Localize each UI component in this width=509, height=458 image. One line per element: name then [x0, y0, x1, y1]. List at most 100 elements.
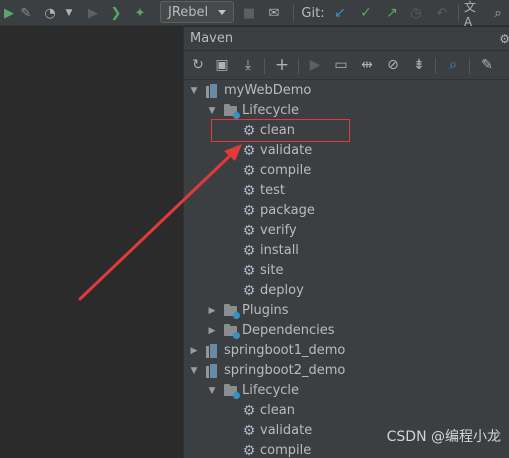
folder-badge — [233, 332, 240, 339]
settings-icon[interactable]: ✎ — [476, 54, 498, 76]
build-icon[interactable]: ✉ — [266, 0, 282, 26]
add-folder-icon[interactable]: ▣ — [211, 54, 233, 76]
maven-module-icon — [206, 84, 220, 98]
refresh-icon[interactable]: ↻ — [187, 54, 209, 76]
maven-panel: Maven ⚙ ↻ ▣ ⤓ + ▶ ▭ ⇹ ⊘ ⇟ ⌕ ✎ ▼ myWebDemo… — [183, 27, 509, 458]
maven-module-icon — [206, 364, 220, 378]
translate-icon[interactable]: 文A — [464, 0, 482, 29]
folder-icon — [224, 324, 240, 339]
module-shape — [206, 84, 218, 98]
tree-item-deploy[interactable]: ⚙ deploy — [184, 281, 509, 301]
chevron-down-icon[interactable]: ▼ — [188, 361, 200, 381]
tree-item-springboot2-demo[interactable]: ▼ springboot2_demo — [184, 361, 509, 381]
tree-item-verify[interactable]: ⚙ verify — [184, 221, 509, 241]
push-icon[interactable]: ↗ — [384, 0, 400, 26]
tree-item-compile[interactable]: ⚙ compile — [184, 161, 509, 181]
toolbar-divider — [264, 58, 265, 74]
tree-item-test[interactable]: ⚙ test — [184, 181, 509, 201]
tree-item-site[interactable]: ⚙ site — [184, 261, 509, 281]
gear-icon: ⚙ — [242, 163, 256, 179]
gear-icon: ⚙ — [242, 283, 256, 299]
module-shape — [206, 344, 218, 358]
search-icon[interactable]: ⌕ — [490, 0, 506, 26]
history-icon[interactable]: ◷ — [408, 0, 424, 26]
tree-item-clean[interactable]: ⚙ clean — [184, 401, 509, 421]
maven-panel-header: Maven ⚙ — [184, 27, 509, 51]
tree-item-label: Dependencies — [242, 323, 335, 338]
run-config-label: JRebel — [168, 4, 209, 20]
folder-shape — [224, 304, 240, 319]
tree-item-label: package — [260, 203, 315, 218]
download-icon[interactable]: ⤓ — [237, 54, 259, 76]
module-shape — [206, 364, 218, 378]
tree-item-label: test — [260, 183, 285, 198]
chevron-down-icon[interactable]: ▼ — [188, 81, 200, 101]
toolbar-divider — [458, 4, 459, 22]
commit-icon[interactable]: ✓ — [358, 0, 374, 26]
update-project-icon[interactable]: ↙ — [332, 0, 348, 26]
tree-item-label: Lifecycle — [242, 383, 300, 398]
gear-icon: ⚙ — [242, 423, 256, 439]
tree-item-label: clean — [260, 403, 295, 418]
panel-title: Maven — [190, 31, 234, 46]
ide-toolbar: ▶ ✎ ◔ ▼ ▶ ❯ ✦ JRebel ■ ✉ Git: ↙ ✓ ↗ ◷ ↶ … — [0, 0, 509, 29]
gear-icon: ⚙ — [242, 143, 256, 159]
chevron-down-icon[interactable]: ▼ — [64, 0, 74, 26]
show-dependencies-icon[interactable]: ⌕ — [442, 54, 464, 76]
git-label: Git: — [301, 5, 325, 21]
folder-icon — [224, 304, 240, 319]
chevron-right-icon[interactable]: ▶ — [188, 341, 200, 361]
play-icon[interactable]: ▶ — [86, 0, 100, 26]
tree-item-mywebdemo[interactable]: ▼ myWebDemo — [184, 81, 509, 101]
chevron-right-icon[interactable]: ▶ — [206, 301, 218, 321]
gear-icon[interactable]: ⚙ — [499, 32, 509, 46]
tree-item-lifecycle[interactable]: ▼ Lifecycle — [184, 381, 509, 401]
gear-icon: ⚙ — [242, 263, 256, 279]
add-icon[interactable]: + — [271, 54, 293, 76]
tree-item-springboot1-demo[interactable]: ▶ springboot1_demo — [184, 341, 509, 361]
jrebel-run-icon[interactable]: ❯ — [108, 0, 124, 26]
tree-item-label: Lifecycle — [242, 103, 300, 118]
skip-tests-icon[interactable]: ⊘ — [382, 54, 404, 76]
attach-icon[interactable]: ✎ — [18, 0, 34, 26]
coverage-icon[interactable]: ◔ — [42, 0, 58, 26]
tree-item-label: validate — [260, 143, 313, 158]
tree-item-label: compile — [260, 163, 312, 178]
chevron-down-icon[interactable]: ▼ — [206, 381, 218, 401]
tree-item-label: install — [260, 243, 299, 258]
csdn-watermark: CSDN @编程小龙 — [386, 429, 501, 445]
maven-toolbar: ↻ ▣ ⤓ + ▶ ▭ ⇹ ⊘ ⇟ ⌕ ✎ — [184, 52, 509, 80]
tree-item-plugins[interactable]: ▶ Plugins — [184, 301, 509, 321]
tree-item-label: verify — [260, 223, 297, 238]
tree-item-lifecycle[interactable]: ▼ Lifecycle — [184, 101, 509, 121]
folder-icon — [224, 104, 240, 119]
run-config-select[interactable]: JRebel — [160, 1, 234, 23]
tree-item-validate[interactable]: ⚙ validate — [184, 141, 509, 161]
jrebel-debug-icon[interactable]: ✦ — [132, 0, 148, 26]
gear-icon: ⚙ — [242, 223, 256, 239]
folder-shape — [224, 384, 240, 399]
toggle-offline-icon[interactable]: ⇹ — [356, 54, 378, 76]
run-icon[interactable]: ▶ — [304, 54, 326, 76]
collapse-all-icon[interactable]: ⇟ — [408, 54, 430, 76]
toolbar-divider — [435, 58, 436, 74]
tree-item-package[interactable]: ⚙ package — [184, 201, 509, 221]
tree-item-label: springboot2_demo — [224, 363, 346, 378]
run-icon[interactable]: ▶ — [2, 0, 16, 26]
gear-icon: ⚙ — [242, 183, 256, 199]
folder-badge — [233, 112, 240, 119]
gear-icon: ⚙ — [242, 243, 256, 259]
tree-item-install[interactable]: ⚙ install — [184, 241, 509, 261]
execute-goal-icon[interactable]: ▭ — [330, 54, 352, 76]
tree-item-label: site — [260, 263, 284, 278]
rollback-icon[interactable]: ↶ — [434, 0, 450, 26]
gear-icon: ⚙ — [242, 443, 256, 458]
chevron-down-icon[interactable]: ▼ — [206, 101, 218, 121]
gear-icon: ⚙ — [242, 403, 256, 419]
stop-icon[interactable]: ■ — [242, 0, 256, 26]
chevron-down-icon — [218, 10, 226, 15]
tree-item-dependencies[interactable]: ▶ Dependencies — [184, 321, 509, 341]
tree-item-label: springboot1_demo — [224, 343, 346, 358]
tree-item-label: compile — [260, 443, 312, 458]
chevron-right-icon[interactable]: ▶ — [206, 321, 218, 341]
